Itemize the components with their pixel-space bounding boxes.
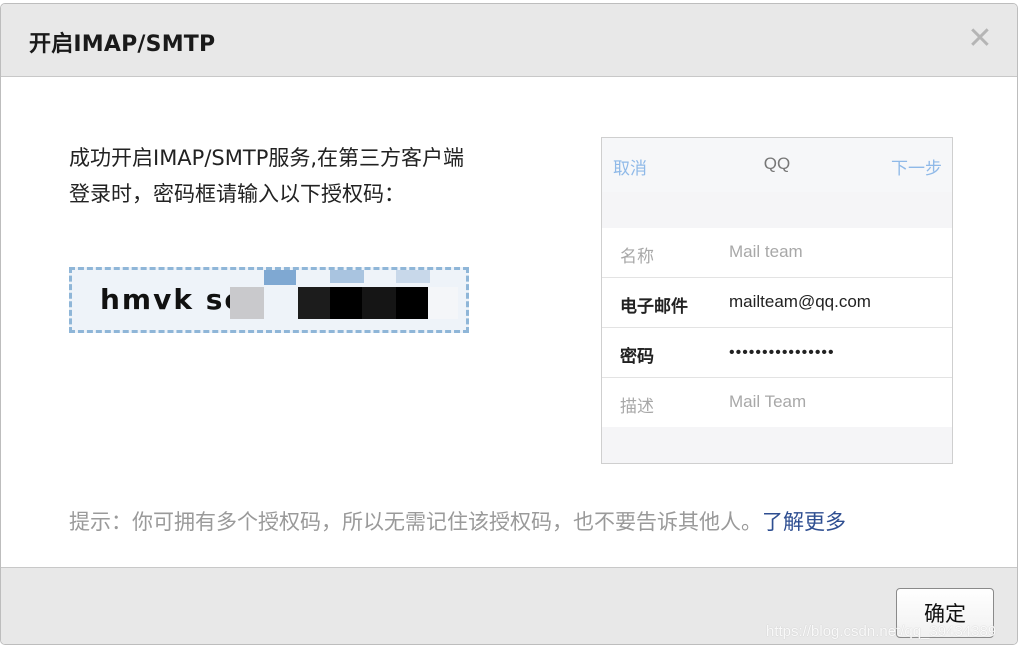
row-label: 名称 [620,247,654,266]
dialog-titlebar: 开启IMAP/SMTP ✕ [1,4,1017,77]
dialog-footer: 确定 https://blog.csdn.net/qq_39434389 [1,567,1017,644]
learn-more-link[interactable]: 了解更多 [762,510,846,534]
watermark-text: https://blog.csdn.net/qq_39434389 [766,623,997,640]
row-label: 电子邮件 [620,297,688,316]
list-item: 密码 •••••••••••••••• [602,328,952,378]
success-message: 成功开启IMAP/SMTP服务,在第三方客户端 登录时，密码框请输入以下授权码： [69,140,549,212]
dialog-title: 开启IMAP/SMTP [29,32,216,57]
tip-message: 提示：你可拥有多个授权码，所以无需记住该授权码，也不要告诉其他人。 [69,510,762,534]
phone-settings-preview: 取消 QQ 下一步 名称 Mail team 电子邮件 mailteam@qq.… [601,137,953,464]
auth-code-box[interactable]: hmvk sc [69,267,469,333]
list-item: 电子邮件 mailteam@qq.com [602,278,952,328]
row-value: Mail team [729,242,803,261]
list-item: 描述 Mail Team [602,378,952,427]
close-icon[interactable]: ✕ [965,24,995,54]
row-value: Mail Team [729,392,807,411]
row-value: •••••••••••••••• [729,344,835,361]
phone-nav-bar: 取消 QQ 下一步 [602,138,952,192]
list-item: 名称 Mail team [602,228,952,278]
message-line-2: 登录时，密码框请输入以下授权码： [69,182,405,206]
message-line-1: 成功开启IMAP/SMTP服务,在第三方客户端 [69,146,465,170]
tip-text: 提示：你可拥有多个授权码，所以无需记住该授权码，也不要告诉其他人。了解更多 [69,506,846,536]
auth-code-text: hmvk sc [100,283,243,316]
row-label: 密码 [620,347,654,366]
row-label: 描述 [620,397,654,416]
imap-smtp-dialog: 开启IMAP/SMTP ✕ 成功开启IMAP/SMTP服务,在第三方客户端 登录… [0,3,1018,645]
phone-next-label: 下一步 [891,159,942,178]
redaction-mosaic [230,270,466,330]
row-value: mailteam@qq.com [729,292,871,311]
phone-account-list: 名称 Mail team 电子邮件 mailteam@qq.com 密码 •••… [602,228,952,427]
